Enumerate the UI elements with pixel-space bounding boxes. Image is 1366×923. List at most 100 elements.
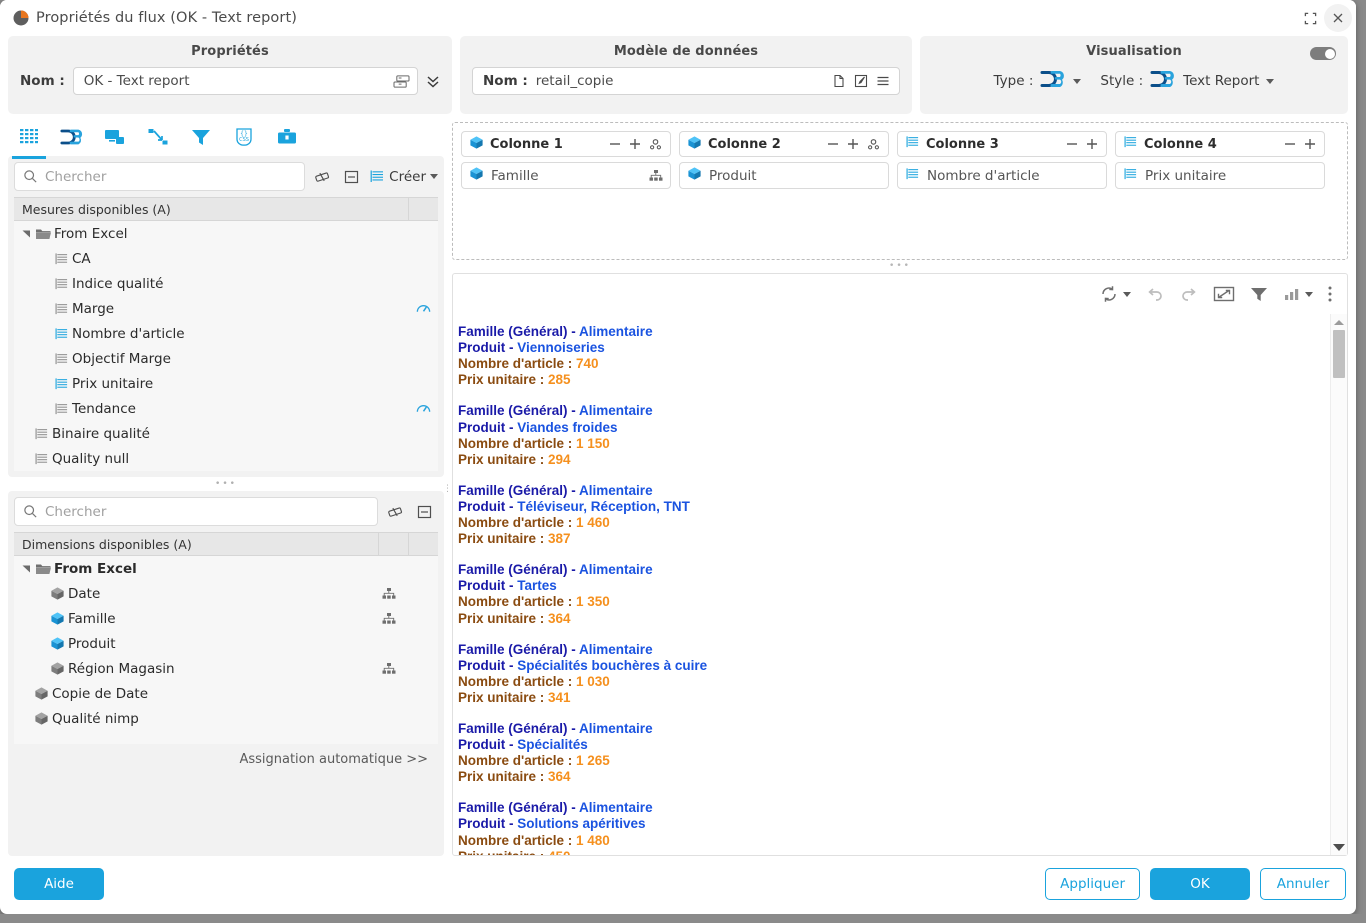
scroll-up-arrow[interactable] xyxy=(1331,315,1347,329)
undo-icon[interactable] xyxy=(1145,284,1165,304)
model-column-item[interactable]: Prix unitaire xyxy=(1115,162,1325,189)
expand-icon[interactable] xyxy=(1296,4,1324,32)
model-column-item[interactable]: Famille xyxy=(461,162,671,189)
dimensions-eraser-icon[interactable] xyxy=(386,502,406,522)
dimension-tree-row[interactable]: Région Magasin xyxy=(14,656,438,681)
minus-icon[interactable] xyxy=(608,137,622,151)
apply-button[interactable]: Appliquer xyxy=(1045,868,1140,900)
tab-data[interactable] xyxy=(12,126,46,159)
cube-icon-blue xyxy=(688,135,701,149)
fullscreen-icon[interactable] xyxy=(1213,285,1235,303)
copy-icon[interactable] xyxy=(829,71,849,91)
horizontal-splitter[interactable]: ••• xyxy=(452,260,1348,273)
tab-interaction[interactable] xyxy=(143,126,173,156)
measure-icon xyxy=(35,427,47,439)
tab-display[interactable] xyxy=(100,126,130,156)
refresh-caret-down-icon[interactable] xyxy=(1123,291,1131,297)
model-column-item[interactable]: Nombre d'article xyxy=(897,162,1107,189)
dimension-tree-row[interactable]: Date xyxy=(14,581,438,606)
dimension-tree-row[interactable]: Produit xyxy=(14,631,438,656)
measures-tree[interactable]: From Excel CA Indice qualité Marge Nombre d'… xyxy=(14,221,438,471)
auto-assign-link[interactable]: Assignation automatique >> xyxy=(14,744,438,777)
settings-icon[interactable] xyxy=(648,137,663,152)
hierarchy-icon[interactable] xyxy=(378,587,400,600)
measure-tree-row[interactable]: CA xyxy=(14,246,438,271)
plus-icon[interactable] xyxy=(1085,137,1099,151)
hierarchy-icon[interactable] xyxy=(378,662,400,675)
dimension-tree-row[interactable]: Famille xyxy=(14,606,438,631)
measure-tree-row[interactable]: Nombre d'article xyxy=(14,321,438,346)
measure-tree-row[interactable]: From Excel xyxy=(14,221,438,246)
hierarchy-icon[interactable] xyxy=(649,169,663,182)
measures-search-input[interactable]: Chercher xyxy=(14,162,306,191)
help-button[interactable]: Aide xyxy=(14,868,104,900)
scroll-down-arrow[interactable] xyxy=(1331,840,1347,854)
expander-icon[interactable] xyxy=(20,229,32,238)
dimensions-tree[interactable]: From Excel Date Famille Produit Région Magas… xyxy=(14,556,438,744)
hierarchy-icon[interactable] xyxy=(378,612,400,625)
cube-icon xyxy=(46,661,68,676)
collapse-icon[interactable] xyxy=(341,167,361,187)
create-caret-down-icon[interactable] xyxy=(430,174,438,179)
refresh-icon[interactable] xyxy=(1099,284,1131,304)
measure-tree-row[interactable]: Marge xyxy=(14,296,438,321)
eraser-icon[interactable] xyxy=(313,167,333,187)
dimension-tree-row[interactable]: Copie de Date xyxy=(14,681,438,706)
model-column-header[interactable]: Colonne 4 xyxy=(1115,131,1325,157)
model-column-header[interactable]: Colonne 1 xyxy=(461,131,671,157)
dimension-label: Date xyxy=(68,585,101,602)
minus-icon[interactable] xyxy=(826,137,840,151)
model-column-header[interactable]: Colonne 3 xyxy=(897,131,1107,157)
style-caret-down-icon[interactable] xyxy=(1266,78,1275,84)
model-name-input[interactable]: Nom : retail_copie xyxy=(472,67,900,95)
measure-tree-row[interactable]: Quality null xyxy=(14,446,438,471)
measure-tree-row[interactable]: Objectif Marge xyxy=(14,346,438,371)
type-caret-down-icon[interactable] xyxy=(1073,78,1082,84)
scrollbar-thumb[interactable] xyxy=(1333,330,1345,379)
panels-splitter[interactable]: ••• xyxy=(8,477,444,491)
dimension-tree-row[interactable]: From Excel xyxy=(14,556,438,581)
properties-name-input[interactable]: OK - Text report xyxy=(72,67,418,95)
cancel-button[interactable]: Annuler xyxy=(1260,868,1346,900)
gauge-icon[interactable] xyxy=(408,300,438,317)
plus-icon[interactable] xyxy=(628,137,642,151)
funnel-icon[interactable] xyxy=(1249,284,1269,304)
double-chevron-down-icon[interactable] xyxy=(426,73,440,90)
visualisation-toggle[interactable] xyxy=(1310,47,1336,60)
model-columns-zone[interactable]: Colonne 1 Famille Colonne 2 Produit Colonne … xyxy=(452,122,1348,260)
dimensions-collapse-icon[interactable] xyxy=(414,502,434,522)
dimensions-search-input[interactable]: Chercher xyxy=(14,497,378,526)
tab-filter[interactable] xyxy=(186,126,216,156)
measure-tree-row[interactable]: Indice qualité xyxy=(14,271,438,296)
settings-icon[interactable] xyxy=(866,137,881,152)
gauge-icon[interactable] xyxy=(408,400,438,417)
chart-icon[interactable] xyxy=(1283,285,1313,303)
minus-icon[interactable] xyxy=(1065,137,1079,151)
close-icon[interactable] xyxy=(1324,4,1352,32)
expander-icon[interactable] xyxy=(20,564,32,573)
model-column-header[interactable]: Colonne 2 xyxy=(679,131,889,157)
menu-icon[interactable] xyxy=(873,71,893,91)
more-vertical-icon[interactable] xyxy=(1327,284,1333,304)
measure-tree-row[interactable]: Prix unitaire xyxy=(14,371,438,396)
measure-tree-row[interactable]: Tendance xyxy=(14,396,438,421)
plus-icon[interactable] xyxy=(1303,137,1317,151)
plus-icon[interactable] xyxy=(846,137,860,151)
tab-tools[interactable] xyxy=(272,126,302,156)
hierarchy-icon xyxy=(382,587,396,599)
vertical-splitter[interactable]: ⋮ xyxy=(443,122,452,856)
tab-css[interactable]: {} CSS xyxy=(229,126,259,156)
dimension-tree-row[interactable]: Qualité nimp xyxy=(14,706,438,731)
measure-tree-row[interactable]: Binaire qualité xyxy=(14,421,438,446)
report-scrollbar[interactable] xyxy=(1330,314,1347,855)
ok-button[interactable]: OK xyxy=(1150,868,1250,900)
model-column-item[interactable]: Produit xyxy=(679,162,889,189)
chart-caret-down-icon[interactable] xyxy=(1305,291,1313,297)
record-produit: Produit - Téléviseur, Réception, TNT xyxy=(458,498,690,514)
create-measure-button[interactable]: Créer xyxy=(369,169,438,185)
minus-icon[interactable] xyxy=(1283,137,1297,151)
redo-icon[interactable] xyxy=(1179,284,1199,304)
rename-icon[interactable] xyxy=(391,71,411,91)
tab-d3[interactable] xyxy=(57,126,87,156)
edit-icon[interactable] xyxy=(851,71,871,91)
